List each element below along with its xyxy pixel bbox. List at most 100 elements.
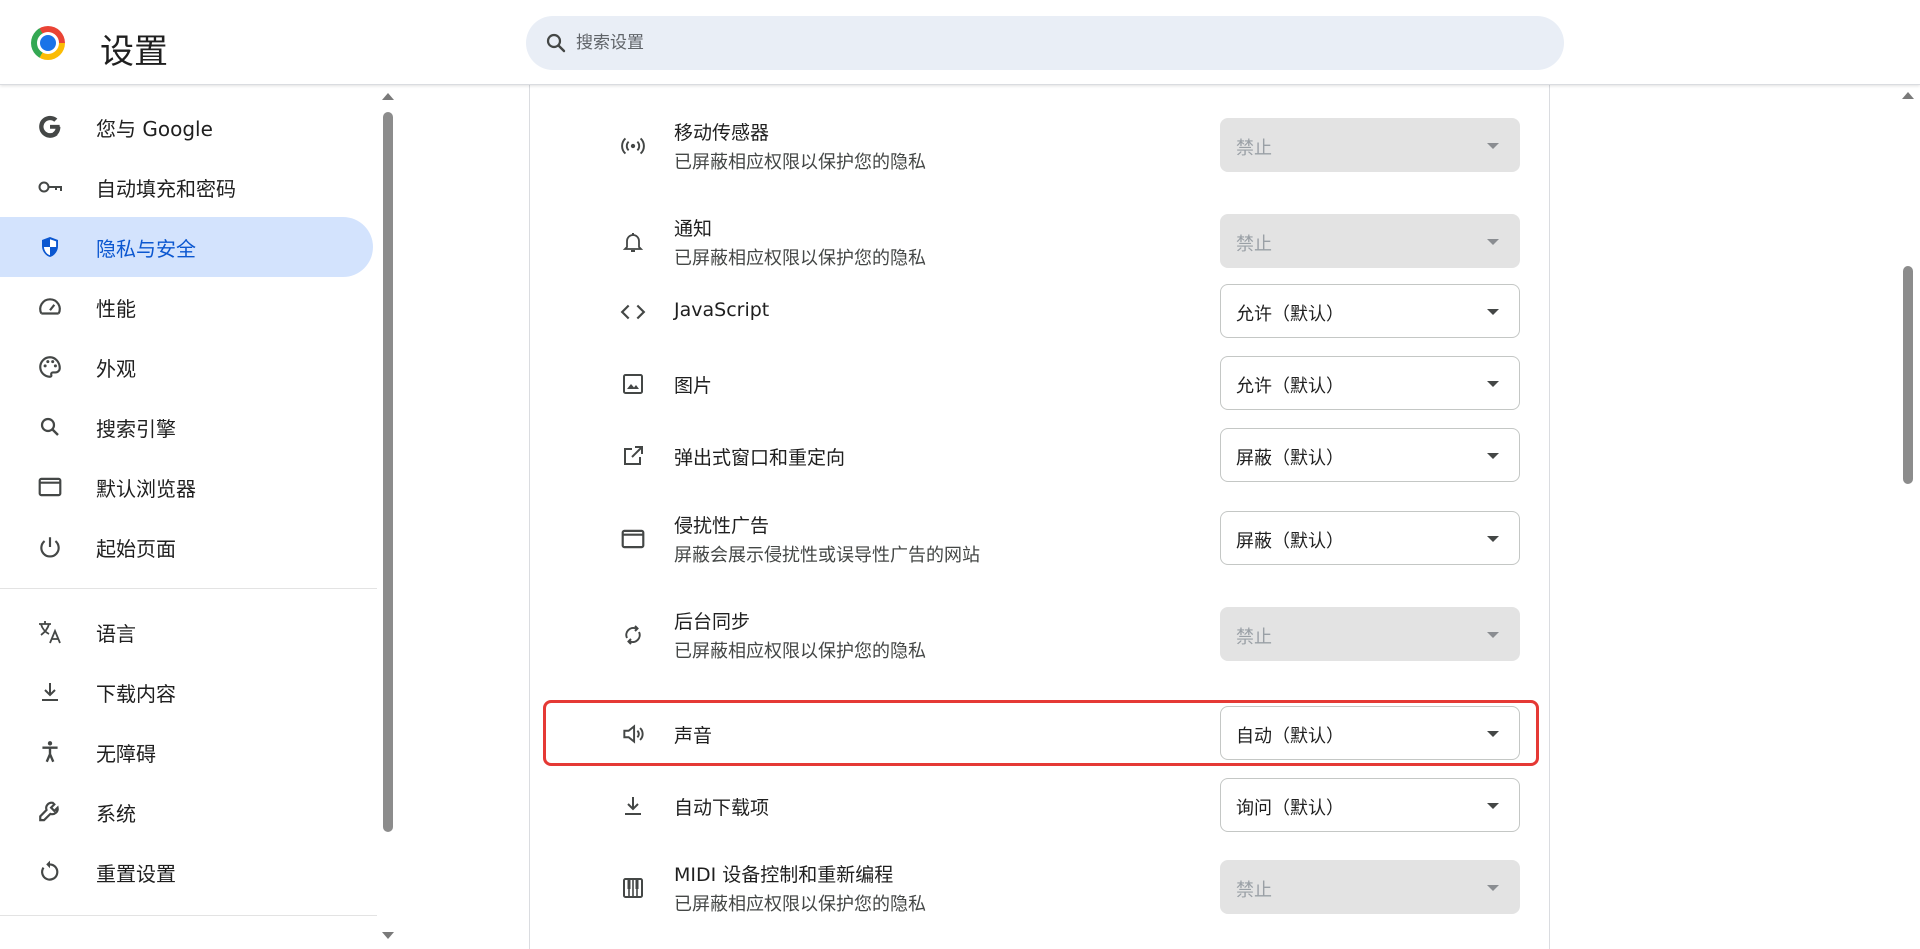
open-in-new-icon <box>619 442 647 470</box>
permission-select[interactable]: 询问（默认） <box>1220 778 1520 832</box>
chevron-down-icon <box>1487 536 1499 542</box>
permission-title: JavaScript <box>674 299 770 321</box>
chevron-down-icon <box>1487 453 1499 459</box>
piano-icon <box>619 874 647 902</box>
page-title: 设置 <box>100 32 168 72</box>
sidebar-item-label: 性能 <box>96 296 136 321</box>
search-box[interactable] <box>526 16 1564 70</box>
chevron-down-icon <box>1487 309 1499 315</box>
chevron-down-icon <box>1487 632 1499 638</box>
translate-icon <box>36 618 64 646</box>
chevron-down-icon <box>1487 803 1499 809</box>
permission-title: 侵扰性广告 <box>674 515 770 537</box>
permission-select-value: 自动（默认） <box>1236 726 1344 747</box>
shield-icon <box>36 233 64 261</box>
volume-icon <box>619 720 647 748</box>
power-icon <box>36 533 64 561</box>
chevron-down-icon <box>1487 381 1499 387</box>
speedometer-icon <box>36 293 64 321</box>
sidebar-item-label: 无障碍 <box>96 741 156 766</box>
search-icon <box>36 413 64 441</box>
sidebar-scroll-down-icon[interactable] <box>382 932 394 939</box>
chevron-down-icon <box>1487 731 1499 737</box>
permission-select-value: 允许（默认） <box>1236 304 1344 325</box>
permission-select-value: 禁止 <box>1236 880 1272 901</box>
sidebar-item-you-and-google[interactable]: 您与 Google <box>0 97 373 157</box>
google-icon <box>36 113 64 141</box>
sidebar-scrollbar[interactable] <box>383 112 393 832</box>
sidebar-item-on-startup[interactable]: 起始页面 <box>0 517 373 577</box>
permission-select-value: 询问（默认） <box>1236 798 1344 819</box>
sidebar-item-downloads[interactable]: 下载内容 <box>0 662 373 722</box>
permission-title: MIDI 设备控制和重新编程 <box>674 864 894 886</box>
wrench-icon <box>36 798 64 826</box>
permission-select-value: 禁止 <box>1236 234 1272 255</box>
sidebar-item-label: 隐私与安全 <box>96 236 196 261</box>
sidebar-item-autofill[interactable]: 自动填充和密码 <box>0 157 373 217</box>
permission-select-value: 禁止 <box>1236 627 1272 648</box>
sidebar-item-reset[interactable]: 重置设置 <box>0 842 373 902</box>
sidebar-item-label: 起始页面 <box>96 536 176 561</box>
chevron-down-icon <box>1487 885 1499 891</box>
permission-select-value: 允许（默认） <box>1236 376 1344 397</box>
sidebar-item-label: 系统 <box>96 801 136 826</box>
permission-select[interactable]: 禁止 <box>1220 214 1520 268</box>
site-settings-card: 移动传感器 已屏蔽相应权限以保护您的隐私 禁止 通知 已屏蔽相应权限以保护您的隐… <box>529 85 1550 949</box>
sidebar-item-default-browser[interactable]: 默认浏览器 <box>0 457 373 517</box>
bell-icon <box>619 228 647 256</box>
browser-window-icon <box>36 473 64 501</box>
accessibility-icon <box>36 738 64 766</box>
permission-title: 弹出式窗口和重定向 <box>674 447 846 469</box>
sidebar-item-label: 下载内容 <box>96 681 176 706</box>
permission-select[interactable]: 禁止 <box>1220 118 1520 172</box>
code-icon <box>619 298 647 326</box>
chevron-down-icon <box>1487 239 1499 245</box>
key-icon <box>36 173 64 201</box>
sidebar-item-languages[interactable]: 语言 <box>0 602 373 662</box>
sidebar-item-label: 外观 <box>96 356 136 381</box>
permission-subtitle: 已屏蔽相应权限以保护您的隐私 <box>674 152 926 173</box>
permission-select-value: 禁止 <box>1236 138 1272 159</box>
chrome-logo-icon <box>31 26 65 60</box>
permission-select[interactable]: 禁止 <box>1220 607 1520 661</box>
sidebar-item-label: 搜索引擎 <box>96 416 176 441</box>
permission-select-value: 屏蔽（默认） <box>1236 448 1344 469</box>
sidebar-item-label: 重置设置 <box>96 861 176 886</box>
chevron-down-icon <box>1487 143 1499 149</box>
sidebar-item-label: 语言 <box>96 621 136 646</box>
permission-title: 自动下载项 <box>674 797 770 819</box>
sidebar-item-performance[interactable]: 性能 <box>0 277 373 337</box>
permission-subtitle: 已屏蔽相应权限以保护您的隐私 <box>674 641 926 662</box>
permission-title: 图片 <box>674 375 713 397</box>
sidebar-item-system[interactable]: 系统 <box>0 782 373 842</box>
sensors-icon <box>619 132 647 160</box>
sidebar-item-accessibility[interactable]: 无障碍 <box>0 722 373 782</box>
search-icon <box>544 31 568 55</box>
permission-select[interactable]: 允许（默认） <box>1220 284 1520 338</box>
search-input[interactable] <box>576 16 1476 70</box>
sidebar-item-appearance[interactable]: 外观 <box>0 337 373 397</box>
permission-select[interactable]: 禁止 <box>1220 860 1520 914</box>
permission-title: 声音 <box>674 725 713 747</box>
sidebar-item-search-engine[interactable]: 搜索引擎 <box>0 397 373 457</box>
sync-icon <box>619 621 647 649</box>
permission-select[interactable]: 屏蔽（默认） <box>1220 511 1520 565</box>
permission-subtitle: 屏蔽会展示侵扰性或误导性广告的网站 <box>674 545 980 566</box>
permission-select[interactable]: 允许（默认） <box>1220 356 1520 410</box>
page-scrollbar[interactable] <box>1903 266 1913 484</box>
sidebar-item-privacy[interactable]: 隐私与安全 <box>0 217 373 277</box>
permission-select[interactable]: 屏蔽（默认） <box>1220 428 1520 482</box>
top-bar: 设置 <box>0 0 1920 85</box>
reset-icon <box>36 858 64 886</box>
permission-title: 后台同步 <box>674 611 751 633</box>
ad-window-icon <box>619 525 647 553</box>
permission-subtitle: 已屏蔽相应权限以保护您的隐私 <box>674 894 926 915</box>
page-scroll-up-icon[interactable] <box>1902 92 1914 99</box>
download-icon <box>36 678 64 706</box>
sidebar-scroll-up-icon[interactable] <box>382 93 394 100</box>
image-icon <box>619 370 647 398</box>
sidebar-item-label: 您与 Google <box>96 116 213 141</box>
permission-select[interactable]: 自动（默认） <box>1220 706 1520 760</box>
sidebar-divider <box>0 588 377 589</box>
sidebar-item-label: 自动填充和密码 <box>96 176 236 201</box>
